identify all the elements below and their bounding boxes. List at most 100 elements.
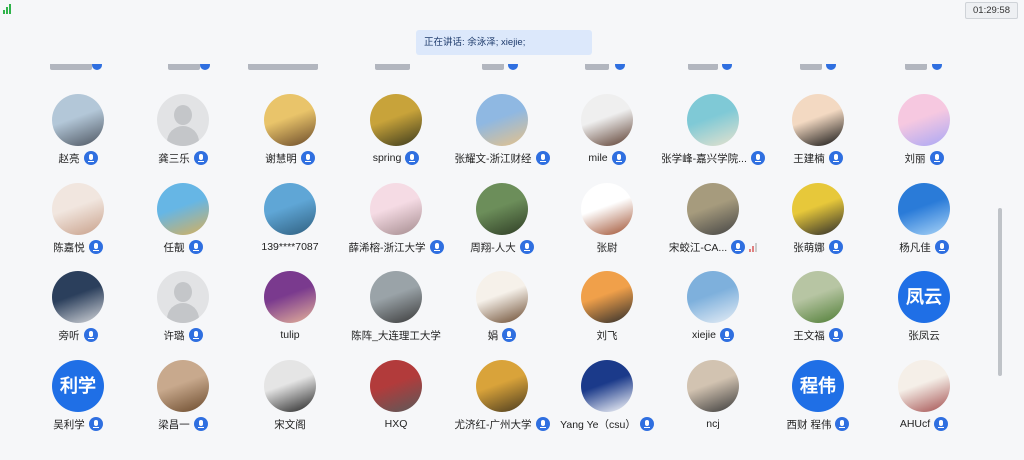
- participant-tile[interactable]: 杨凡佳: [869, 183, 979, 269]
- mic-icon[interactable]: [88, 240, 103, 254]
- participant-tile[interactable]: Yang Ye（csu）: [552, 360, 662, 446]
- participant-tile[interactable]: 139****7087: [235, 183, 345, 269]
- participant-tile[interactable]: 龚三乐: [128, 94, 238, 180]
- participant-name: 王文福: [793, 329, 825, 342]
- mic-icon[interactable]: [188, 240, 203, 254]
- participant-tile[interactable]: 张尉: [552, 183, 662, 269]
- participant-name: 张凤云: [908, 329, 940, 342]
- mic-icon[interactable]: [835, 417, 850, 431]
- avatar: [157, 183, 209, 235]
- avatar: [476, 360, 528, 412]
- mic-icon[interactable]: [502, 328, 517, 342]
- avatar: 程伟: [792, 360, 844, 412]
- participant-tile[interactable]: 王文福: [763, 271, 873, 357]
- mic-icon[interactable]: [731, 240, 746, 254]
- mic-icon[interactable]: [188, 328, 203, 342]
- avatar: [264, 360, 316, 412]
- participant-tile[interactable]: 利学 吴利学: [23, 360, 133, 446]
- participant-name: 139****7087: [261, 241, 319, 253]
- participant-name-row: 刘丽: [859, 150, 989, 166]
- avatar: [898, 94, 950, 146]
- mic-icon[interactable]: [828, 328, 843, 342]
- participant-tile[interactable]: tulip: [235, 271, 345, 357]
- mic-icon[interactable]: [300, 151, 315, 165]
- mic-icon[interactable]: [88, 417, 103, 431]
- participant-name: 旁听: [58, 329, 80, 342]
- avatar: [581, 183, 633, 235]
- mic-icon[interactable]: [83, 151, 98, 165]
- participant-tile[interactable]: 宋蛟江-CA...: [658, 183, 768, 269]
- avatar: [370, 183, 422, 235]
- participant-tile[interactable]: 谢慧明: [235, 94, 345, 180]
- participant-tile[interactable]: ncj: [658, 360, 768, 446]
- top-bar: 01:29:58: [0, 0, 1024, 20]
- avatar: [581, 360, 633, 412]
- participant-tile[interactable]: 周翔-人大: [447, 183, 557, 269]
- participant-tile[interactable]: 凤云 张凤云: [869, 271, 979, 357]
- participant-tile[interactable]: mile: [552, 94, 662, 180]
- participant-name: mile: [588, 152, 608, 164]
- participant-tile[interactable]: HXQ: [341, 360, 451, 446]
- participant-tile[interactable]: 刘丽: [869, 94, 979, 180]
- participant-name: 许璐: [163, 329, 185, 342]
- participant-tile[interactable]: 王建楠: [763, 94, 873, 180]
- avatar: [898, 183, 950, 235]
- participant-name: Yang Ye（csu）: [560, 418, 636, 431]
- participant-tile[interactable]: 薛浠榕-浙江大学: [341, 183, 451, 269]
- participant-tile[interactable]: AHUcf: [869, 360, 979, 446]
- avatar: [687, 360, 739, 412]
- participant-tile[interactable]: 任靓: [128, 183, 238, 269]
- participant-tile[interactable]: 旁听: [23, 271, 133, 357]
- participant-tile[interactable]: 陈嘉悦: [23, 183, 133, 269]
- participant-tile[interactable]: 赵亮: [23, 94, 133, 180]
- participant-name: 尤济红-广州大学: [454, 418, 532, 431]
- participant-name: 刘飞: [596, 329, 618, 342]
- avatar: [581, 94, 633, 146]
- mic-icon[interactable]: [83, 328, 98, 342]
- avatar: [370, 94, 422, 146]
- participant-name: 娟: [487, 329, 499, 342]
- participant-name: AHUcf: [899, 418, 931, 430]
- participant-tile[interactable]: 刘飞: [552, 271, 662, 357]
- avatar: [792, 183, 844, 235]
- participant-tile[interactable]: 程伟西财 程伟: [763, 360, 873, 446]
- participant-name: spring: [372, 152, 402, 164]
- mic-icon[interactable]: [934, 417, 949, 431]
- mic-icon[interactable]: [611, 151, 626, 165]
- mic-icon[interactable]: [405, 151, 420, 165]
- avatar: 利学: [52, 360, 104, 412]
- participant-name: 任靓: [163, 241, 185, 254]
- participant-tile[interactable]: 许璐: [128, 271, 238, 357]
- participant-name: ncj: [706, 418, 720, 430]
- participant-name: HXQ: [384, 418, 408, 430]
- participant-tile[interactable]: 陈阵_大连理工大学: [341, 271, 451, 357]
- avatar: [476, 94, 528, 146]
- participant-name: 梁昌一: [158, 418, 190, 431]
- mic-icon[interactable]: [929, 151, 944, 165]
- participant-tile[interactable]: 张耀文-浙江财经: [447, 94, 557, 180]
- participant-name: 西财 程伟: [786, 418, 832, 431]
- participant-tile[interactable]: 娟: [447, 271, 557, 357]
- participant-name: tulip: [280, 329, 300, 341]
- participant-tile[interactable]: spring: [341, 94, 451, 180]
- participant-tile[interactable]: 张学峰-嘉兴学院...: [658, 94, 768, 180]
- scrollbar[interactable]: [998, 208, 1002, 376]
- participant-name: 张学峰-嘉兴学院...: [661, 152, 747, 165]
- mic-icon[interactable]: [193, 151, 208, 165]
- participant-tile[interactable]: 宋文阁: [235, 360, 345, 446]
- mic-icon[interactable]: [519, 240, 534, 254]
- mic-icon[interactable]: [719, 328, 734, 342]
- participant-tile[interactable]: 张萌娜: [763, 183, 873, 269]
- mic-icon[interactable]: [828, 240, 843, 254]
- avatar: [370, 271, 422, 323]
- avatar: [370, 360, 422, 412]
- mic-icon[interactable]: [193, 417, 208, 431]
- avatar: [792, 94, 844, 146]
- participant-name: 谢慧明: [265, 152, 297, 165]
- participant-tile[interactable]: xiejie: [658, 271, 768, 357]
- avatar: [898, 360, 950, 412]
- mic-icon[interactable]: [828, 151, 843, 165]
- participant-tile[interactable]: 尤济红-广州大学: [447, 360, 557, 446]
- participant-tile[interactable]: 梁昌一: [128, 360, 238, 446]
- mic-icon[interactable]: [934, 240, 949, 254]
